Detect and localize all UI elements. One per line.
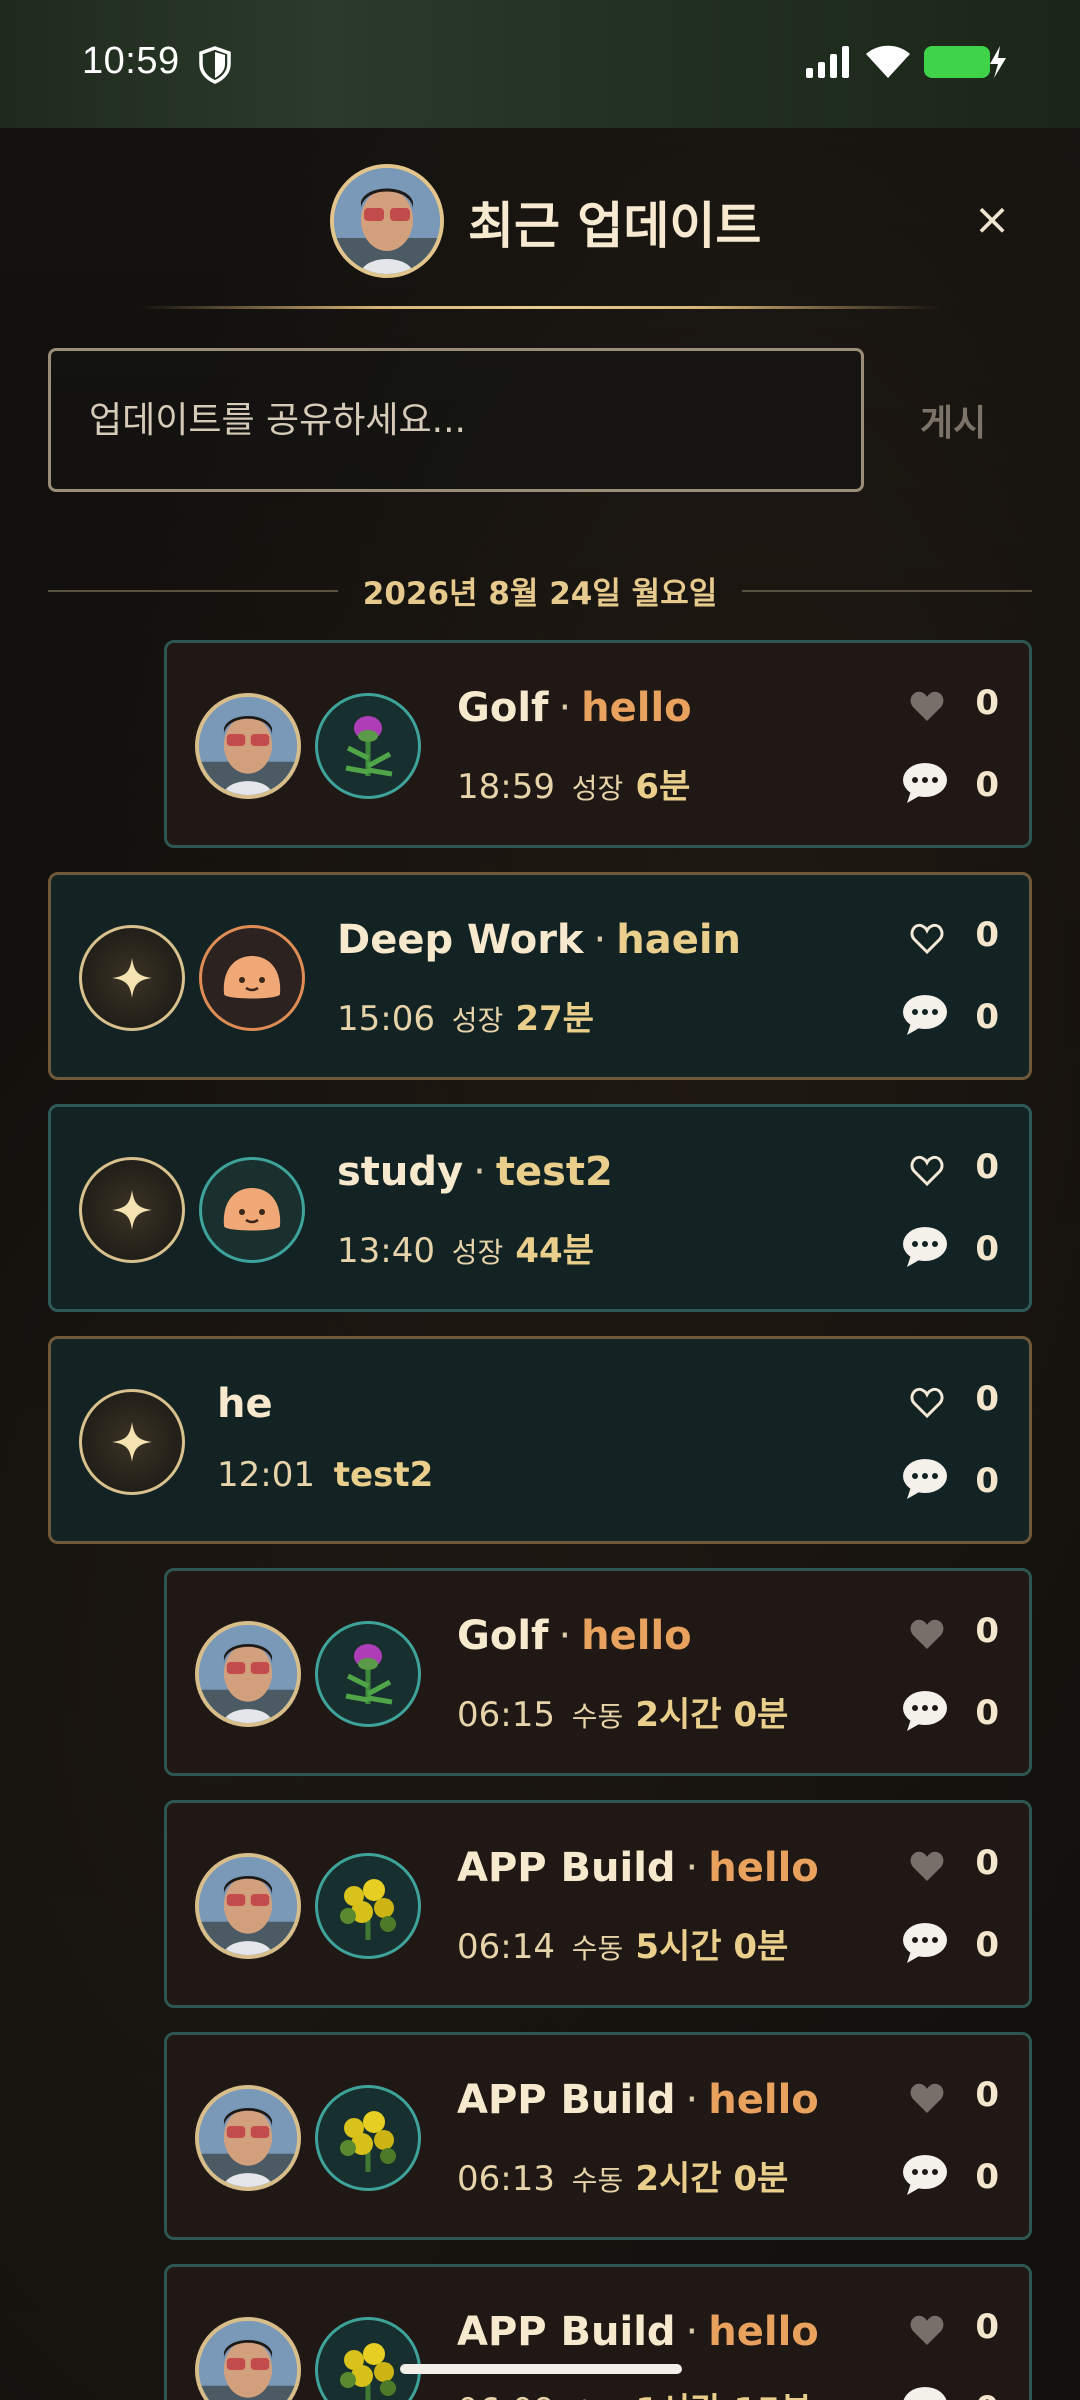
battery-charging-icon xyxy=(924,46,1006,78)
comment-icon xyxy=(903,2155,947,2195)
user-avatar[interactable] xyxy=(195,2317,301,2400)
comment-button[interactable]: 0 xyxy=(903,2385,999,2400)
comment-button[interactable]: 0 xyxy=(903,761,999,811)
feed-card[interactable]: Golf · hello 06:15 수동 2시간 0분 0 0 xyxy=(164,1568,1032,1776)
heart-outline-icon xyxy=(910,923,944,955)
yellow-flower-icon xyxy=(315,2085,421,2191)
blob-icon xyxy=(199,1157,305,1263)
like-button[interactable]: 0 xyxy=(909,915,999,965)
feed-card[interactable]: APP Build · hello 06:14 수동 5시간 0분 0 0 xyxy=(164,1800,1032,2008)
header-divider xyxy=(140,306,940,309)
comment-icon xyxy=(903,1923,947,1963)
thistle-icon xyxy=(315,1621,421,1727)
card-title: Golf · hello xyxy=(457,1613,692,1659)
card-meta: 06:13 수동 2시간 0분 xyxy=(457,2159,789,2199)
like-button[interactable]: 0 xyxy=(909,2075,999,2125)
heart-outline-icon xyxy=(910,1387,944,1419)
sparkle-icon xyxy=(79,1389,185,1495)
date-separator: 2026년 8월 24일 월요일 xyxy=(48,566,1032,616)
like-button[interactable]: 0 xyxy=(909,1379,999,1429)
card-meta: 06:15 수동 2시간 0분 xyxy=(457,1695,789,1735)
update-input[interactable] xyxy=(48,348,864,492)
thistle-icon xyxy=(315,693,421,799)
card-title: he xyxy=(217,1381,273,1427)
comment-icon xyxy=(903,1459,947,1499)
heart-outline-icon xyxy=(910,1155,944,1187)
card-meta: 06:14 수동 5시간 0분 xyxy=(457,1927,789,1967)
wifi-icon xyxy=(866,45,910,78)
card-title: APP Build · hello xyxy=(457,1845,819,1891)
comment-button[interactable]: 0 xyxy=(903,993,999,1043)
feed-card[interactable]: Deep Work · haein 15:06 성장 27분 0 0 xyxy=(48,872,1032,1080)
card-title: study · test2 xyxy=(337,1149,613,1195)
like-button[interactable]: 0 xyxy=(909,1611,999,1661)
heart-filled-icon xyxy=(910,2083,944,2113)
comment-icon xyxy=(903,995,947,1035)
header: 최근 업데이트 × xyxy=(0,128,1080,318)
like-button[interactable]: 0 xyxy=(909,683,999,733)
heart-filled-icon xyxy=(910,2315,944,2345)
feed-card[interactable]: study · test2 13:40 성장 44분 0 0 xyxy=(48,1104,1032,1312)
comment-icon xyxy=(903,1227,947,1267)
signal-icon xyxy=(806,46,849,78)
page-title: 최근 업데이트 xyxy=(468,197,762,255)
card-meta: 18:59 성장 6분 xyxy=(457,767,691,807)
user-avatar[interactable] xyxy=(195,1853,301,1959)
user-avatar[interactable] xyxy=(195,693,301,799)
like-button[interactable]: 0 xyxy=(909,1843,999,1893)
status-time: 10:59 xyxy=(82,40,180,82)
blob-icon xyxy=(199,925,305,1031)
feed-card[interactable]: APP Build·hello 06:09 수동1시간 15분 0 0 xyxy=(164,2264,1032,2400)
status-bar: 10:59 xyxy=(0,0,1080,128)
card-title: APP Build · hello xyxy=(457,2077,819,2123)
comment-button[interactable]: 0 xyxy=(903,2153,999,2203)
user-avatar[interactable] xyxy=(195,1621,301,1727)
user-avatar[interactable] xyxy=(195,2085,301,2191)
feed-card[interactable]: Golf · hello 18:59 성장 6분 0 0 xyxy=(164,640,1032,848)
heart-filled-icon xyxy=(910,1851,944,1881)
heart-filled-icon xyxy=(910,1619,944,1649)
comment-icon xyxy=(903,2387,947,2400)
like-button[interactable]: 0 xyxy=(909,1147,999,1197)
card-meta: 12:01 test2 xyxy=(217,1455,434,1495)
comment-button[interactable]: 0 xyxy=(903,1921,999,1971)
comment-button[interactable]: 0 xyxy=(903,1225,999,1275)
close-icon[interactable]: × xyxy=(972,198,1012,242)
yellow-flower-icon xyxy=(315,1853,421,1959)
post-button[interactable]: 게시 xyxy=(920,394,986,446)
card-meta: 06:09 수동1시간 15분 xyxy=(457,2383,812,2400)
comment-icon xyxy=(903,763,947,803)
profile-avatar[interactable] xyxy=(330,164,444,278)
comment-icon xyxy=(903,1691,947,1731)
card-title: Golf · hello xyxy=(457,685,692,731)
feed-card[interactable]: he 12:01 test2 0 0 xyxy=(48,1336,1032,1544)
card-title: APP Build · hello xyxy=(457,2309,819,2355)
comment-button[interactable]: 0 xyxy=(903,1689,999,1739)
sparkle-icon xyxy=(79,925,185,1031)
sparkle-icon xyxy=(79,1157,185,1263)
home-indicator[interactable] xyxy=(400,2364,682,2374)
card-meta: 15:06 성장 27분 xyxy=(337,999,594,1039)
screen: 10:59 최근 업데이트 × 업데이트를 공유하세요... 게시 2026년 … xyxy=(0,0,1080,2400)
yellow-flower-icon xyxy=(315,2317,421,2400)
like-button[interactable]: 0 xyxy=(909,2307,999,2357)
heart-filled-icon xyxy=(910,691,944,721)
card-meta: 13:40 성장 44분 xyxy=(337,1231,594,1271)
feed-card[interactable]: APP Build · hello 06:13 수동 2시간 0분 0 0 xyxy=(164,2032,1032,2240)
card-title: Deep Work · haein xyxy=(337,917,742,963)
date-separator-line xyxy=(742,590,1032,592)
comment-button[interactable]: 0 xyxy=(903,1457,999,1507)
shield-icon xyxy=(199,46,231,84)
